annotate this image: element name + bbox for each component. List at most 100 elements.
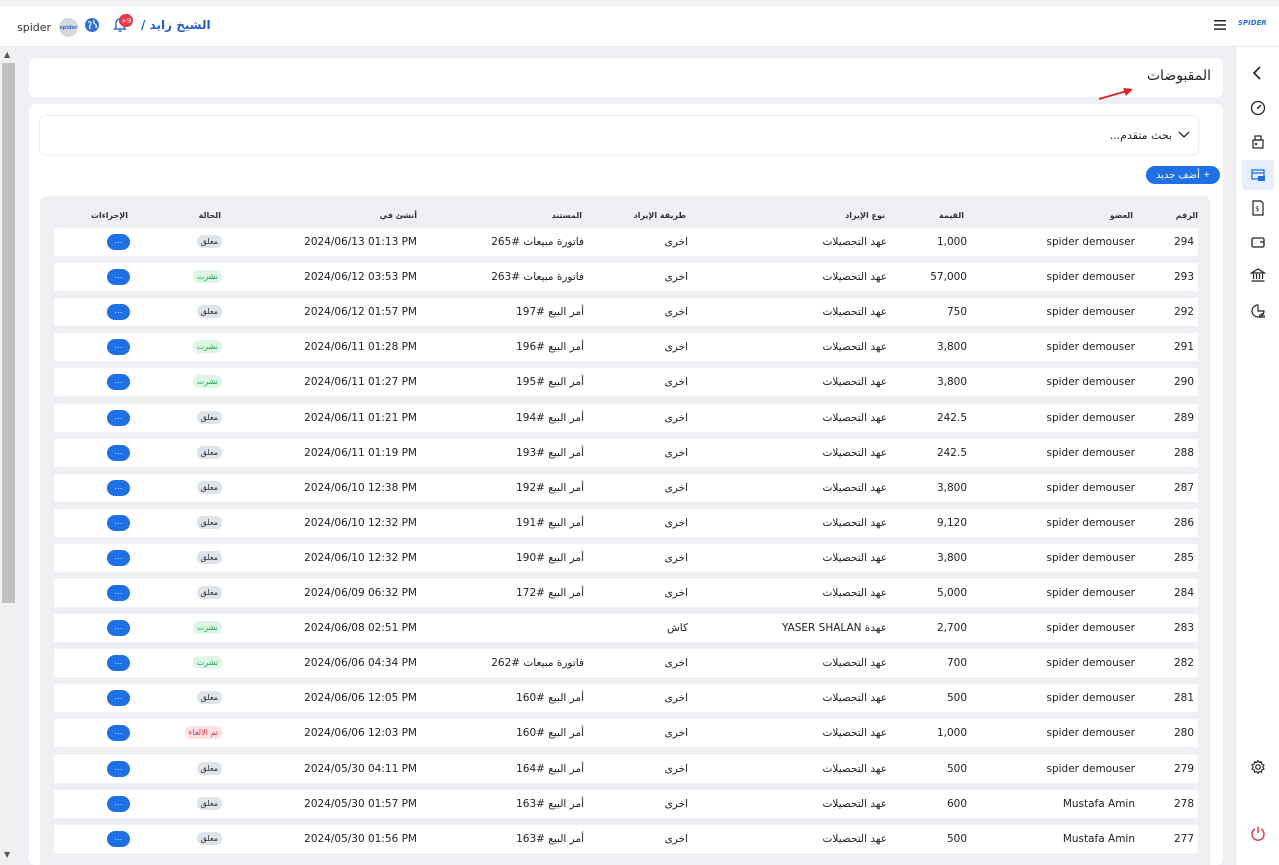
branch-breadcrumb[interactable]: الشيخ زايد / bbox=[141, 18, 211, 32]
cell-document[interactable]: أمر البيع #163 bbox=[516, 798, 584, 810]
row-actions-button[interactable]: ··· bbox=[107, 831, 130, 847]
row-actions-button[interactable]: ··· bbox=[107, 515, 130, 531]
dashboard-icon[interactable] bbox=[1248, 98, 1268, 118]
cell-document[interactable]: أمر البيع #163 bbox=[516, 833, 584, 845]
col-header-revenue-type[interactable]: نوع الإيراد bbox=[845, 211, 885, 220]
table-row[interactable]: 277 Mustafa Amin 500 عهد التحصيلات اخرى أمر ا… bbox=[54, 825, 1198, 853]
cell-revenue-method: اخرى bbox=[664, 482, 688, 494]
table-row[interactable]: 290 spider demouser 3,800 عهد التحصيلات اخرى… bbox=[54, 368, 1198, 396]
cell-created-at: 2024/05/30 01:56 PM bbox=[304, 833, 417, 845]
col-header-member[interactable]: العضو bbox=[1110, 211, 1133, 220]
cell-revenue-type: عهد التحصيلات bbox=[822, 341, 887, 353]
status-badge: معلق bbox=[196, 411, 222, 424]
cell-document[interactable]: أمر البيع #190 bbox=[516, 552, 584, 564]
col-header-value[interactable]: القيمة bbox=[939, 211, 964, 220]
cell-document[interactable]: أمر البيع #196 bbox=[516, 341, 584, 353]
user-menu[interactable]: spider spider bbox=[17, 18, 79, 37]
table-row[interactable]: 283 spider demouser 2,700 عهدة YASER SHALAN… bbox=[54, 614, 1198, 642]
table-row[interactable]: 292 spider demouser 750 عهد التحصيلات اخرى أم… bbox=[54, 298, 1198, 326]
table-row[interactable]: 279 spider demouser 500 عهد التحصيلات اخرى أم… bbox=[54, 755, 1198, 783]
row-actions-button[interactable]: ··· bbox=[107, 374, 130, 390]
cell-created-at: 2024/06/06 12:05 PM bbox=[304, 692, 417, 704]
wallet-icon[interactable] bbox=[1248, 232, 1268, 252]
power-icon[interactable] bbox=[1248, 823, 1268, 843]
globe-icon[interactable] bbox=[84, 17, 100, 33]
cell-value: 3,800 bbox=[936, 376, 967, 388]
col-header-revenue-method[interactable]: طريقة الإيراد bbox=[634, 211, 686, 220]
row-actions-button[interactable]: ··· bbox=[107, 620, 130, 636]
table-row[interactable]: 288 spider demouser 242.5 عهد التحصيلات اخرى… bbox=[54, 439, 1198, 467]
cell-document[interactable]: أمر البيع #192 bbox=[516, 482, 584, 494]
cell-document[interactable]: أمر البيع #172 bbox=[516, 587, 584, 599]
table-row[interactable]: 291 spider demouser 3,800 عهد التحصيلات اخرى… bbox=[54, 333, 1198, 361]
cell-document[interactable]: فاتورة مبيعات #263 bbox=[491, 271, 584, 283]
cell-document[interactable]: أمر البيع #191 bbox=[516, 517, 584, 529]
row-actions-button[interactable]: ··· bbox=[107, 480, 130, 496]
col-header-document[interactable]: المستند bbox=[552, 211, 582, 220]
table-row[interactable]: 280 spider demouser 1,000 عهد التحصيلات اخرى… bbox=[54, 719, 1198, 747]
cell-document[interactable]: فاتورة مبيعات #265 bbox=[491, 236, 584, 248]
cell-revenue-method: اخرى bbox=[664, 727, 688, 739]
advanced-search-toggle[interactable]: بحث متقدم... bbox=[39, 115, 1199, 155]
hamburger-menu-icon[interactable] bbox=[1213, 19, 1227, 31]
cell-document[interactable]: أمر البيع #160 bbox=[516, 692, 584, 704]
table-row[interactable]: 293 spider demouser 57,000 عهد التحصيلات اخر… bbox=[54, 263, 1198, 291]
row-actions-button[interactable]: ··· bbox=[107, 796, 130, 812]
bank-icon[interactable] bbox=[1248, 265, 1268, 285]
col-header-num[interactable]: الرقم bbox=[1176, 211, 1198, 220]
cell-revenue-type: عهد التحصيلات bbox=[822, 657, 887, 669]
brand-logo[interactable]: SPIDER bbox=[1238, 19, 1267, 27]
row-actions-button[interactable]: ··· bbox=[107, 655, 130, 671]
table-row[interactable]: 294 spider demouser 1,000 عهد التحصيلات اخرى… bbox=[54, 228, 1198, 256]
add-new-button[interactable]: + أضف جديد bbox=[1146, 166, 1220, 184]
row-actions-button[interactable]: ··· bbox=[107, 339, 130, 355]
cell-document[interactable]: أمر البيع #164 bbox=[516, 763, 584, 775]
invoice-icon[interactable]: $ bbox=[1248, 198, 1268, 218]
row-actions-button[interactable]: ··· bbox=[107, 550, 130, 566]
reports-icon[interactable] bbox=[1248, 301, 1268, 321]
row-actions-button[interactable]: ··· bbox=[107, 269, 130, 285]
col-header-created-at[interactable]: أنشئ في bbox=[380, 211, 417, 220]
cell-revenue-type: عهد التحصيلات bbox=[822, 306, 887, 318]
row-actions-button[interactable]: ··· bbox=[107, 585, 130, 601]
row-actions-button[interactable]: ··· bbox=[107, 304, 130, 320]
page-title-card: المقبوضات bbox=[29, 58, 1223, 100]
status-badge: معلق bbox=[196, 481, 222, 494]
table-row[interactable]: 284 spider demouser 5,000 عهد التحصيلات اخرى… bbox=[54, 579, 1198, 607]
cell-num: 285 bbox=[1173, 552, 1194, 564]
cash-register-icon[interactable] bbox=[1248, 132, 1268, 152]
table-row[interactable]: 281 spider demouser 500 عهد التحصيلات اخرى أم… bbox=[54, 684, 1198, 712]
table-row[interactable]: 289 spider demouser 242.5 عهد التحصيلات اخرى… bbox=[54, 404, 1198, 432]
scroll-thumb[interactable] bbox=[2, 63, 15, 603]
status-badge: نشرت bbox=[192, 270, 222, 283]
table-row[interactable]: 285 spider demouser 3,800 عهد التحصيلات اخرى… bbox=[54, 544, 1198, 572]
cell-document[interactable]: أمر البيع #195 bbox=[516, 376, 584, 388]
row-actions-button[interactable]: ··· bbox=[107, 690, 130, 706]
cell-created-at: 2024/06/06 12:03 PM bbox=[304, 727, 417, 739]
status-badge: معلق bbox=[196, 235, 222, 248]
cell-document[interactable]: أمر البيع #193 bbox=[516, 447, 584, 459]
cell-document[interactable]: أمر البيع #160 bbox=[516, 727, 584, 739]
scroll-up-icon[interactable]: ▲ bbox=[4, 50, 10, 59]
table-row[interactable]: 282 spider demouser 700 عهد التحصيلات اخرى فا… bbox=[54, 649, 1198, 677]
scroll-down-icon[interactable]: ▼ bbox=[4, 850, 10, 859]
col-header-status[interactable]: الحالة bbox=[199, 211, 221, 220]
table-row[interactable]: 286 spider demouser 9,120 عهد التحصيلات اخرى… bbox=[54, 509, 1198, 537]
row-actions-button[interactable]: ··· bbox=[107, 725, 130, 741]
avatar[interactable]: spider bbox=[59, 18, 79, 37]
cell-member: Mustafa Amin bbox=[1062, 833, 1135, 845]
receipts-icon[interactable] bbox=[1242, 160, 1274, 190]
row-actions-button[interactable]: ··· bbox=[107, 234, 130, 250]
row-actions-button[interactable]: ··· bbox=[107, 761, 130, 777]
settings-icon[interactable] bbox=[1248, 757, 1268, 777]
page-scrollbar[interactable]: ▲ ▼ bbox=[0, 47, 17, 865]
table-row[interactable]: 287 spider demouser 3,800 عهد التحصيلات اخرى… bbox=[54, 474, 1198, 502]
table-row[interactable]: 278 Mustafa Amin 600 عهد التحصيلات اخرى أمر ا… bbox=[54, 790, 1198, 818]
row-actions-button[interactable]: ··· bbox=[107, 410, 130, 426]
cell-document[interactable]: فاتورة مبيعات #262 bbox=[491, 657, 584, 669]
row-actions-button[interactable]: ··· bbox=[107, 445, 130, 461]
cell-document[interactable]: أمر البيع #194 bbox=[516, 412, 584, 424]
user-name: spider bbox=[17, 21, 52, 34]
cell-document[interactable]: أمر البيع #197 bbox=[516, 306, 584, 318]
chevron-left-icon[interactable] bbox=[1248, 63, 1268, 83]
